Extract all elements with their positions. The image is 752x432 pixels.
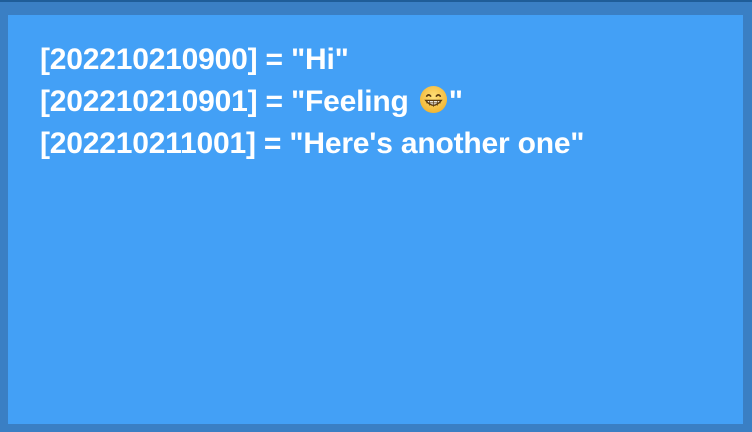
- line-2-key: [202210210901]: [40, 85, 258, 118]
- line-2-value-end: ": [448, 85, 463, 118]
- line-2-op: =: [257, 85, 291, 118]
- line-1: [202210210900] = "Hi": [40, 39, 584, 81]
- line-3-key: [202210211001]: [40, 127, 256, 160]
- line-1-op: =: [257, 43, 291, 76]
- line-1-key: [202210210900]: [40, 43, 258, 76]
- line-3: [202210211001] = "Here's another one": [40, 123, 585, 165]
- window-frame: [202210210900] = "Hi" [202210210901] = "…: [0, 0, 752, 432]
- line-2-value-start: "Feeling: [291, 85, 417, 118]
- text-lines: [202210210900] = "Hi" [202210210901] = "…: [40, 39, 585, 165]
- line-3-value: "Here's another one": [289, 127, 585, 160]
- content-panel: [202210210900] = "Hi" [202210210901] = "…: [8, 15, 743, 424]
- grinning-face-icon: [419, 84, 448, 114]
- line-3-op: =: [255, 127, 290, 160]
- line-1-value: "Hi": [291, 43, 349, 76]
- line-2: [202210210901] = "Feeling ": [40, 81, 584, 123]
